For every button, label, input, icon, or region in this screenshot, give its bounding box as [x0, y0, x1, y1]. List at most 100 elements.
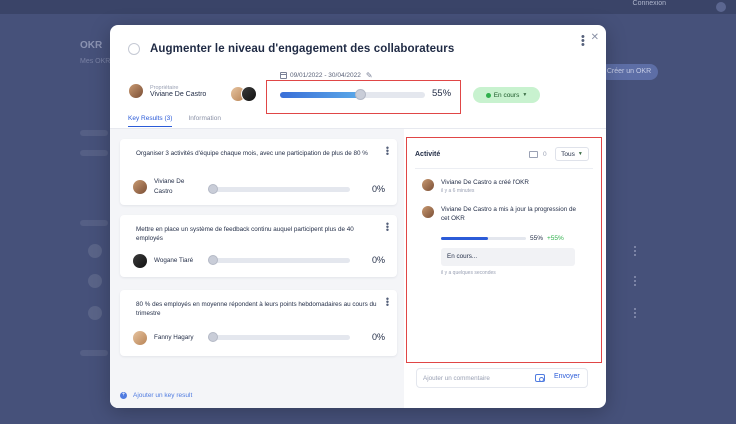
event-avatar [421, 205, 435, 219]
calendar-icon [280, 72, 287, 79]
date-range[interactable]: 09/01/2022 - 30/04/2022 ✎ [280, 71, 373, 80]
key-result-menu-icon[interactable]: • • • [386, 144, 389, 159]
chevron-down-icon: ▼ [522, 92, 528, 98]
okr-progress-percent: 55% [432, 88, 452, 99]
background-page-title: OKR [80, 40, 103, 51]
key-result-title[interactable]: Mettre en place un système de feedback c… [136, 225, 381, 243]
background-row [80, 220, 108, 226]
key-result-owner-avatar [132, 330, 148, 346]
event-progress: 55% +55% [441, 235, 564, 242]
background-kebab-icon [634, 276, 637, 286]
event-text: Viviane De Castro a mis à jour la progre… [441, 206, 576, 222]
chevron-down-icon: ▼ [577, 151, 583, 157]
event-status-box: En cours... [441, 248, 575, 266]
modal-header: Augmenter le niveau d'engagement des col… [128, 41, 576, 57]
activity-filter-label: Tous [561, 150, 575, 158]
background-tab: Mes OKR [80, 58, 111, 65]
tab-information[interactable]: Information [188, 115, 221, 127]
key-result-owner-avatar [132, 179, 148, 195]
camera-icon[interactable] [535, 374, 545, 382]
event-progress-fill [441, 237, 488, 240]
key-result-owner-name: Wogane Tiaré [154, 257, 194, 264]
okr-progress-fill [280, 92, 360, 98]
key-results-list: Organiser 3 activités d'équipe chaque mo… [110, 129, 404, 408]
event-time: il y a 6 minutes [441, 188, 475, 194]
background-topbar: Connexion [0, 0, 736, 14]
key-result-percent: 0% [371, 332, 385, 342]
background-create-okr-button: Créer un OKR [600, 64, 658, 80]
okr-title[interactable]: Augmenter le niveau d'engagement des col… [150, 43, 454, 55]
event-progress-delta: +55% [547, 235, 564, 242]
key-result-menu-icon[interactable]: • • • [386, 295, 389, 310]
background-row [80, 130, 108, 136]
key-result-percent: 0% [371, 184, 385, 194]
pencil-icon[interactable]: ✎ [366, 71, 373, 80]
key-result-progress-bar[interactable] [208, 332, 350, 342]
key-result-card[interactable]: Mettre en place un système de feedback c… [120, 215, 397, 277]
comment-icon [529, 151, 538, 158]
event-avatar [421, 178, 435, 192]
activity-count-text: 0 [543, 151, 547, 158]
owner[interactable]: Propriétaire Viviane De Castro [128, 83, 206, 99]
contributors[interactable] [230, 86, 257, 102]
background-avatar [88, 306, 102, 320]
background-kebab-icon [634, 246, 637, 256]
key-result-owner-name: Viviane De Castro [154, 178, 185, 195]
background-row [80, 350, 108, 356]
tab-key-results[interactable]: Key Results (3) [128, 115, 173, 127]
key-result-progress-bar[interactable] [208, 255, 350, 265]
plus-icon: + [120, 392, 127, 399]
key-result-percent: 0% [371, 255, 385, 265]
status-dropdown[interactable]: En cours ▼ [473, 87, 540, 103]
key-result-menu-icon[interactable]: • • • [386, 220, 389, 235]
key-result-owner-avatar [132, 253, 148, 269]
activity-comment-count[interactable]: 0 [529, 151, 547, 158]
send-button[interactable]: Envoyer [554, 373, 580, 380]
more-options-icon[interactable]: • • • [581, 32, 585, 51]
add-key-result-button[interactable]: + Ajouter un key result [120, 392, 192, 399]
status-dot-icon [485, 92, 491, 98]
comment-box: Envoyer [416, 368, 588, 388]
user-avatar [716, 2, 726, 12]
comment-input[interactable] [423, 372, 523, 384]
owner-name: Viviane De Castro [150, 90, 207, 98]
activity-title: Activité [415, 151, 441, 158]
key-result-progress-bar[interactable] [208, 184, 350, 194]
activity-event: Viviane De Castro a créé l'OKR il y a 6 … [421, 178, 581, 194]
okr-progress-bar[interactable] [280, 89, 425, 100]
background-row [80, 150, 108, 156]
key-result-owner-name: Fanny Hagary [154, 334, 194, 341]
activity-event: Viviane De Castro a mis à jour la progre… [421, 205, 581, 223]
event-progress-bar [441, 237, 526, 240]
contributor-avatar [241, 86, 257, 102]
activity-panel: Activité 0 Tous ▼ Viviane De Castro a cr… [406, 137, 602, 363]
activity-filter-dropdown[interactable]: Tous ▼ [555, 147, 589, 161]
date-range-text: 09/01/2022 - 30/04/2022 [290, 72, 361, 79]
status-label: En cours [493, 91, 520, 99]
key-result-card[interactable]: Organiser 3 activités d'équipe chaque mo… [120, 139, 397, 205]
key-result-title[interactable]: Organiser 3 activités d'équipe chaque mo… [136, 149, 381, 158]
key-result-progress-handle[interactable] [208, 184, 218, 194]
event-time: il y a quelques secondes [441, 270, 496, 276]
background-kebab-icon [634, 308, 637, 318]
key-result-owner[interactable]: Viviane De Castro [132, 177, 202, 197]
background-topbar-text: Connexion [632, 0, 666, 7]
okr-progress-handle[interactable] [354, 89, 366, 100]
key-result-owner[interactable]: Wogane Tiaré [132, 253, 202, 269]
key-result-progress-handle[interactable] [208, 332, 218, 342]
key-result-progress-handle[interactable] [208, 255, 218, 265]
okr-modal: Augmenter le niveau d'engagement des col… [110, 25, 606, 408]
owner-avatar [128, 83, 144, 99]
close-icon[interactable]: ✕ [591, 32, 599, 43]
key-result-owner[interactable]: Fanny Hagary [132, 330, 202, 346]
event-progress-percent: 55% [530, 235, 544, 242]
activity-divider [415, 168, 593, 169]
add-key-result-label: Ajouter un key result [133, 392, 193, 399]
key-result-card[interactable]: 80 % des employés en moyenne répondent à… [120, 290, 397, 356]
tabs: Key Results (3) Information [128, 115, 221, 127]
key-result-title[interactable]: 80 % des employés en moyenne répondent à… [136, 300, 381, 318]
event-text: Viviane De Castro a créé l'OKR [441, 179, 529, 186]
background-avatar [88, 274, 102, 288]
background-avatar [88, 244, 102, 258]
okr-complete-radio[interactable] [128, 43, 140, 55]
